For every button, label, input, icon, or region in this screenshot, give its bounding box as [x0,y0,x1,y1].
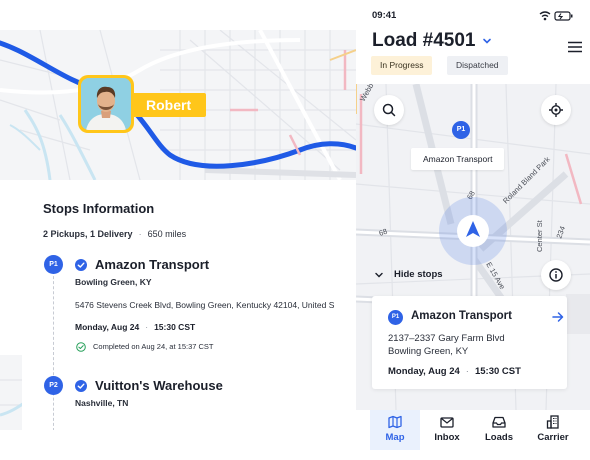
stop-city: Nashville, TN [75,398,129,408]
driver-name-label: Robert [128,93,206,117]
check-circle-icon [76,342,86,352]
chevron-down-icon [375,272,383,278]
tab-carrier[interactable]: Carrier [528,410,578,450]
stop-badge-p1: P1 [388,310,403,325]
stop-badge-p1: P1 [44,255,63,274]
tab-label: Inbox [434,432,460,443]
street-label: Center St [535,219,544,252]
status-tag-in-progress: In Progress [371,56,433,75]
stop-schedule: Monday, Aug 24 · 15:30 CST [75,322,196,332]
battery-icon [554,11,573,21]
verified-check-icon [75,380,87,392]
current-stop-name: Amazon Transport [411,310,512,322]
map-search-button[interactable] [374,95,404,125]
tab-loads[interactable]: Loads [474,410,524,450]
stops-summary: 2 Pickups, 1 Delivery · 650 miles [43,229,187,239]
driver-avatar [81,78,131,130]
stops-count: 2 Pickups, 1 Delivery [43,229,133,239]
stops-information-card: Stops Information 2 Pickups, 1 Delivery ·… [22,181,356,430]
tab-label: Loads [485,432,513,443]
route-distance: 650 miles [147,229,187,239]
tab-label: Carrier [537,432,569,443]
app-root: Robert Stops Information 2 Pickups, 1 De… [0,0,590,460]
status-time: 09:41 [372,10,397,21]
stop-name[interactable]: Vuitton's Warehouse [95,378,223,393]
stop-badge-p2: P2 [44,376,63,395]
stop-address: 5476 Stevens Creek Blvd, Bowling Green, … [75,300,335,310]
stops-title: Stops Information [43,201,155,216]
timeline-line [53,271,54,430]
current-stop-schedule: Monday, Aug 24 · 15:30 CST [388,366,521,377]
stop-date: Monday, Aug 24 [75,322,140,332]
locate-me-button[interactable] [541,95,571,125]
search-icon [382,103,396,117]
map-stop-pin[interactable]: P1 [452,121,470,139]
current-stop-card[interactable]: P1 Amazon Transport 2137–2337 Gary Farm … [372,296,567,389]
current-stop-address-line2: Bowling Green, KY [388,346,469,357]
chevron-down-icon[interactable] [482,36,492,46]
arrow-right-icon[interactable] [552,311,564,323]
status-icons [539,11,573,21]
status-tag-dispatched: Dispatched [447,56,508,75]
wifi-icon [539,11,551,21]
driver-marker[interactable]: Robert [78,75,208,135]
stop-completed-text: Completed on Aug 24, at 15:37 CST [93,342,214,351]
status-bar: 09:41 [356,0,590,28]
tab-inbox[interactable]: Inbox [422,410,472,450]
driver-avatar-frame [78,75,134,133]
inbox-tray-icon [492,416,506,428]
verified-check-icon [75,259,87,271]
current-stop-time: 15:30 CST [474,366,521,377]
map-icon [388,415,402,429]
bottom-tab-bar: Map Inbox Loads Carrier [356,410,590,460]
load-title[interactable]: Load #4501 [372,30,476,52]
map-stop-label[interactable]: Amazon Transport [411,148,505,170]
mail-icon [440,417,454,428]
hide-stops-toggle[interactable]: Hide stops [356,262,590,288]
mobile-app-panel: 09:41 Load #4501 In Progress Dispatched … [356,0,590,460]
hide-stops-label: Hide stops [394,269,443,280]
current-stop-date: Monday, Aug 24 [388,366,460,377]
building-icon [546,415,559,429]
stop-city: Bowling Green, KY [75,277,152,287]
current-stop-address-line1: 2137–2337 Gary Farm Blvd [388,333,505,344]
menu-icon[interactable] [568,41,582,53]
tab-label: Map [385,432,405,443]
crosshair-icon [549,103,563,117]
stop-name[interactable]: Amazon Transport [95,257,209,272]
tab-map[interactable]: Map [370,410,420,450]
stop-time: 15:30 CST [154,322,196,332]
